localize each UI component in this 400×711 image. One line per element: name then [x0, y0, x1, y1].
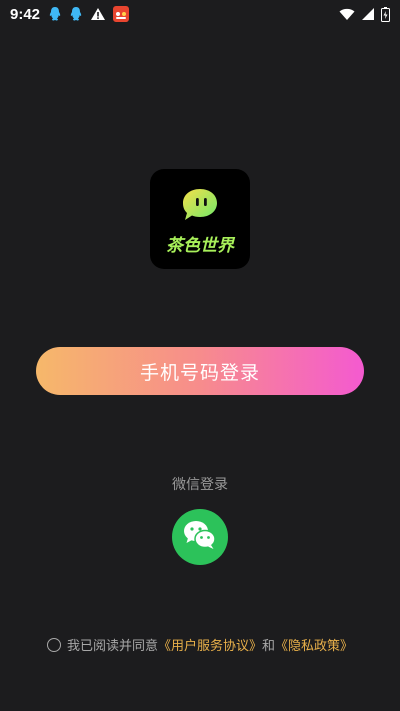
- app-icon: [113, 6, 130, 22]
- agreement-and: 和: [262, 639, 276, 654]
- user-agreement-link[interactable]: 《用户服务协议》: [158, 635, 262, 654]
- agreement-checkbox[interactable]: [46, 637, 61, 652]
- signal-icon: [361, 7, 375, 21]
- battery-icon: [381, 6, 390, 22]
- wifi-icon: [339, 8, 355, 21]
- chat-bubble-icon: [180, 187, 220, 227]
- status-time: 9:42: [10, 5, 41, 23]
- logo-text: 茶色世界: [166, 236, 234, 256]
- system-icons: [339, 0, 390, 28]
- warning-icon: [90, 7, 106, 21]
- notification-icons: [48, 6, 130, 22]
- qq-icon: [69, 6, 83, 22]
- phone-login-button[interactable]: 手机号码登录: [36, 347, 364, 395]
- qq-icon: [48, 6, 62, 22]
- wechat-icon: [183, 520, 217, 554]
- login-screen: 9:42 茶色世界 手机号码登录 微信登录 我已阅读并同意 《用户服务协议》 和…: [0, 0, 400, 711]
- wechat-login-button[interactable]: [172, 509, 228, 565]
- privacy-policy-link[interactable]: 《隐私政策》: [275, 635, 353, 654]
- app-logo: 茶色世界: [150, 169, 250, 269]
- agreement-prefix: 我已阅读并同意: [66, 639, 158, 654]
- status-bar: 9:42: [0, 0, 400, 28]
- wechat-login-label: 微信登录: [172, 477, 228, 493]
- agreement-row: 我已阅读并同意 《用户服务协议》 和 《隐私政策》: [0, 635, 400, 654]
